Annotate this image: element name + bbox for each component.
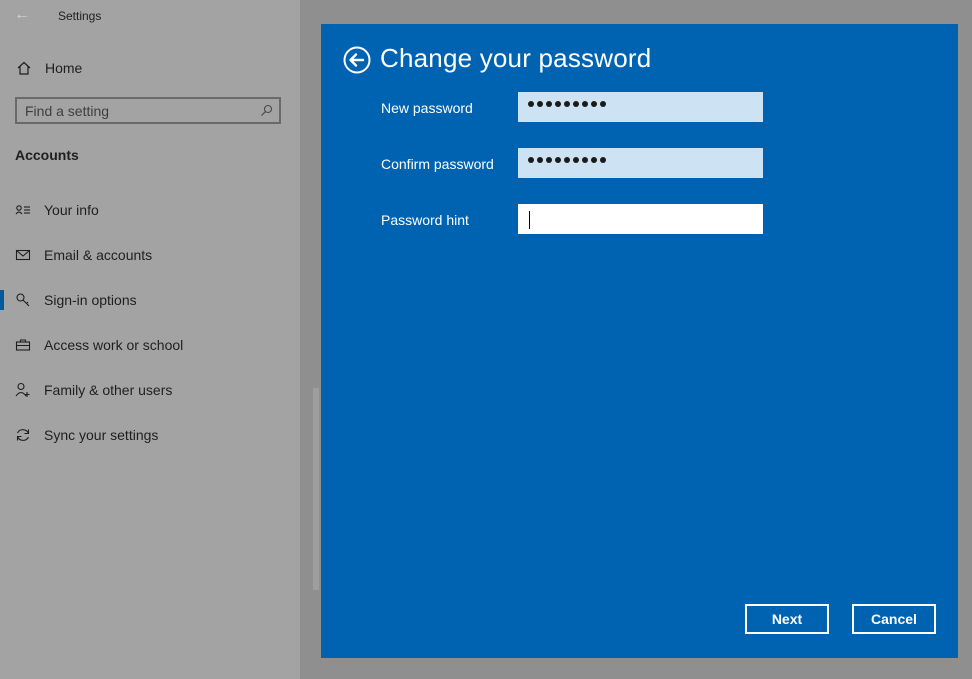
- sidebar-item-label: Sign-in options: [44, 292, 137, 308]
- envelope-icon: [15, 249, 31, 261]
- nav-home-label: Home: [45, 60, 83, 76]
- next-button[interactable]: Next: [745, 604, 829, 634]
- sidebar-item-label: Your info: [44, 202, 99, 218]
- sidebar-item-email-accounts[interactable]: Email & accounts: [0, 237, 300, 273]
- background-strip: [958, 0, 972, 679]
- confirm-password-label: Confirm password: [381, 156, 494, 172]
- sidebar-item-your-info[interactable]: Your info: [0, 192, 300, 228]
- home-icon: [17, 61, 31, 75]
- sidebar-item-label: Sync your settings: [44, 427, 159, 443]
- person-card-icon: [15, 205, 30, 215]
- search-input[interactable]: [17, 99, 260, 122]
- scrollbar[interactable]: [313, 388, 319, 590]
- password-dots: [528, 157, 606, 163]
- cancel-button[interactable]: Cancel: [852, 604, 936, 634]
- new-password-field[interactable]: ●●●●●●●●●: [518, 92, 763, 122]
- selected-indicator: [0, 290, 4, 310]
- window-title: Settings: [58, 9, 102, 23]
- sidebar-item-sync-settings[interactable]: Sync your settings: [0, 417, 300, 453]
- sidebar-item-label: Access work or school: [44, 337, 184, 353]
- text-caret: [529, 211, 530, 229]
- key-icon: [16, 293, 30, 307]
- search-icon[interactable]: [260, 104, 273, 117]
- sidebar-item-access-work[interactable]: Access work or school: [0, 327, 300, 363]
- section-title: Accounts: [15, 147, 79, 163]
- briefcase-icon: [15, 339, 31, 351]
- sidebar-item-label: Family & other users: [44, 382, 173, 398]
- settings-sidebar: ← Settings Home Accounts Your info Ema: [0, 0, 300, 679]
- sidebar-item-sign-in-options[interactable]: Sign-in options: [0, 282, 300, 318]
- password-dots: [528, 101, 606, 107]
- sidebar-item-family-users[interactable]: Family & other users: [0, 372, 300, 408]
- sidebar-item-label: Email & accounts: [44, 247, 153, 263]
- confirm-password-field[interactable]: ●●●●●●●●●: [518, 148, 763, 178]
- back-arrow-icon[interactable]: ←: [14, 6, 30, 24]
- person-add-icon: [15, 382, 30, 397]
- password-hint-label: Password hint: [381, 212, 469, 228]
- change-password-dialog: Change your password New password ●●●●●●…: [321, 24, 958, 658]
- nav-home[interactable]: Home: [0, 52, 300, 84]
- back-circle-icon[interactable]: [343, 46, 371, 74]
- new-password-label: New password: [381, 100, 473, 116]
- dialog-title: Change your password: [380, 43, 652, 73]
- search-box[interactable]: [15, 97, 281, 124]
- password-hint-field[interactable]: [518, 204, 763, 234]
- title-bar: ← Settings: [0, 0, 300, 32]
- sync-icon: [16, 429, 30, 441]
